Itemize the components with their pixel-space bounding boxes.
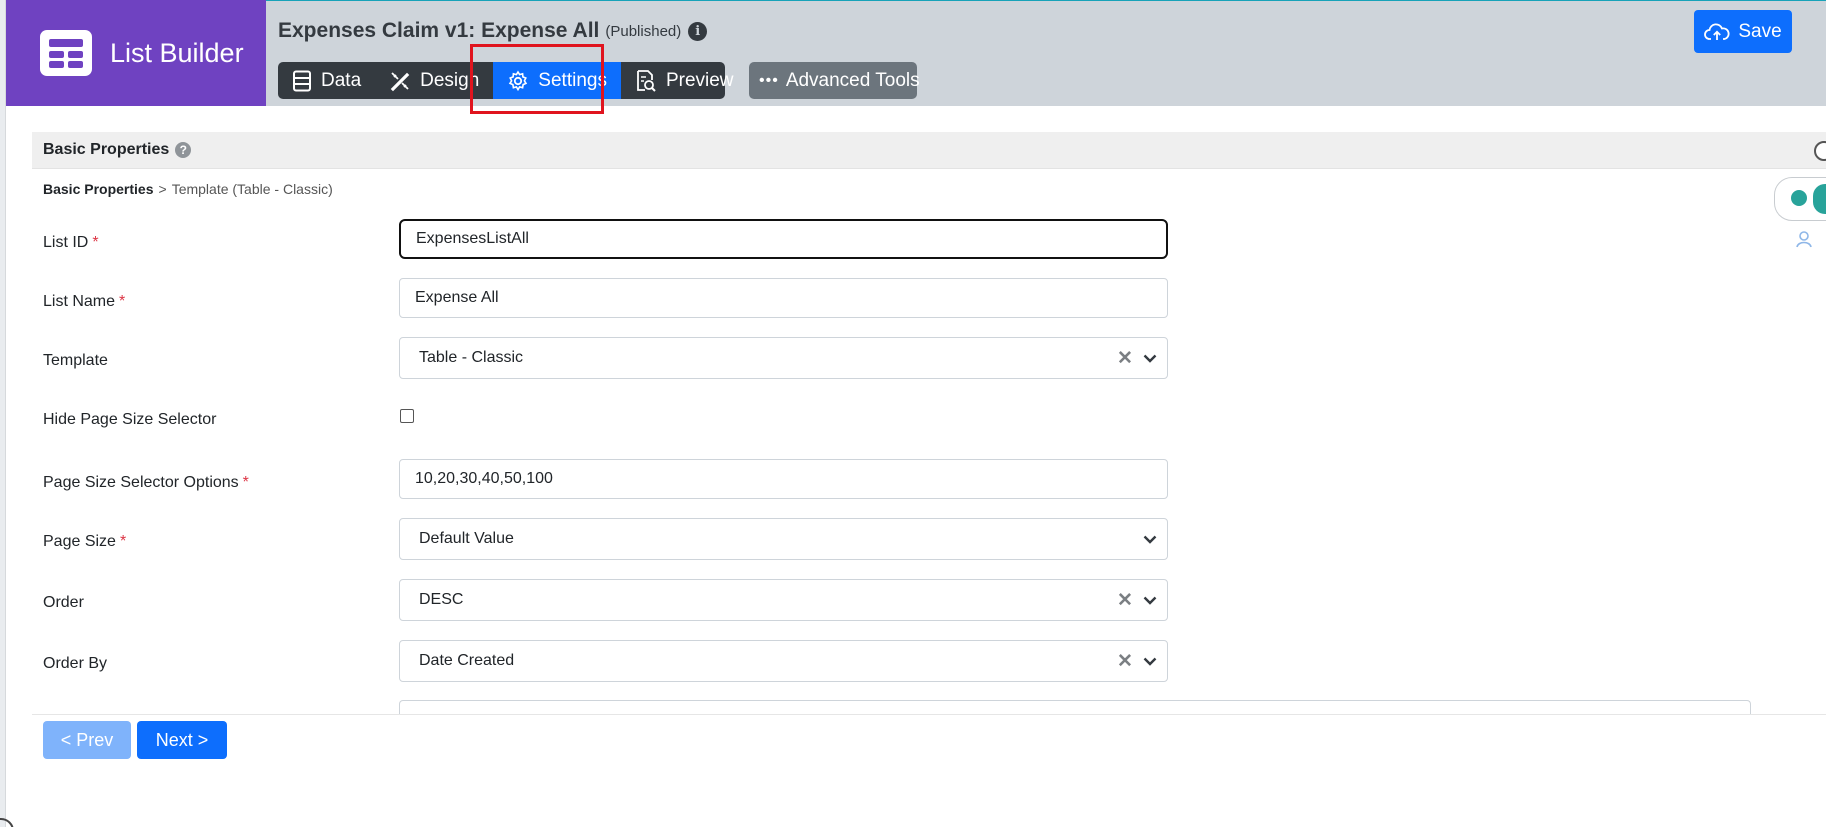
next-button[interactable]: Next > <box>137 721 227 759</box>
assistant-widget[interactable] <box>1774 177 1826 221</box>
page-size-options-input[interactable]: 10,20,30,40,50,100 <box>399 459 1168 499</box>
tab-data[interactable]: Data <box>278 62 375 99</box>
prev-button[interactable]: < Prev <box>43 721 131 759</box>
breadcrumb: Basic Properties > Template (Table - Class… <box>43 181 333 197</box>
template-select[interactable]: Table - Classic ✕ <box>399 337 1168 379</box>
breadcrumb-separator: > <box>158 181 167 197</box>
section-header: Basic Properties ? <box>32 132 1826 169</box>
page-size-options-value: 10,20,30,40,50,100 <box>415 470 553 487</box>
save-label: Save <box>1738 20 1782 42</box>
hide-page-size-checkbox[interactable] <box>400 409 414 423</box>
page-size-label: Page Size * <box>43 533 127 550</box>
published-status: (Published) <box>605 22 682 40</box>
brand-header: List Builder <box>6 0 266 106</box>
tab-design[interactable]: Design <box>375 62 493 99</box>
tab-design-label: Design <box>420 69 480 91</box>
order-value: DESC <box>419 591 464 608</box>
app-title: List Builder <box>110 37 244 68</box>
breadcrumb-current[interactable]: Basic Properties <box>43 181 154 197</box>
advanced-tools-label: Advanced Tools <box>785 69 920 91</box>
list-id-input[interactable]: ExpensesListAll <box>399 219 1168 259</box>
chevron-down-icon[interactable] <box>1141 591 1159 609</box>
required-marker: * <box>92 234 99 251</box>
collapse-toggle-icon[interactable] <box>1814 141 1826 161</box>
top-toolbar: Expenses Claim v1: Expense All (Publishe… <box>266 0 1826 106</box>
clear-template-icon[interactable]: ✕ <box>1117 347 1133 370</box>
tab-preview[interactable]: Preview <box>621 62 748 99</box>
chevron-down-icon[interactable] <box>1141 349 1159 367</box>
lightbulb-icon <box>1791 190 1807 206</box>
page-size-options-label: Page Size Selector Options * <box>43 474 249 491</box>
builder-tabs: Data Design Settings Preview <box>278 62 734 99</box>
footer-divider <box>32 714 1826 715</box>
grid-logo-icon <box>40 30 92 76</box>
save-button[interactable]: Save <box>1694 10 1792 53</box>
page-size-value: Default Value <box>419 530 514 547</box>
required-marker: * <box>119 293 126 310</box>
more-dots-icon: ••• <box>759 71 779 89</box>
table-icon <box>293 70 311 91</box>
person-icon[interactable] <box>1795 230 1813 248</box>
list-id-value: ExpensesListAll <box>416 230 529 247</box>
chevron-down-icon[interactable] <box>1141 652 1159 670</box>
breadcrumb-next[interactable]: Template (Table - Classic) <box>172 181 333 197</box>
required-marker: * <box>242 474 249 491</box>
tab-data-label: Data <box>321 69 362 91</box>
order-select[interactable]: DESC ✕ <box>399 579 1168 621</box>
list-name-input[interactable]: Expense All <box>399 278 1168 318</box>
order-by-value: Date Created <box>419 652 515 669</box>
order-by-select[interactable]: Date Created ✕ <box>399 640 1168 682</box>
next-field-partial[interactable] <box>399 700 1751 714</box>
window-edge-strip <box>0 0 6 827</box>
page-heading: Expenses Claim v1: Expense All (Publishe… <box>278 19 708 43</box>
section-title: Basic Properties <box>43 141 170 158</box>
clear-order-by-icon[interactable]: ✕ <box>1117 650 1133 673</box>
order-label: Order <box>43 594 84 611</box>
cloud-upload-icon <box>1704 22 1730 40</box>
list-name-label: List Name * <box>43 293 126 310</box>
document-search-icon <box>637 69 656 92</box>
template-value: Table - Classic <box>419 349 524 366</box>
required-marker: * <box>119 533 127 550</box>
tab-settings[interactable]: Settings <box>493 62 621 99</box>
clear-order-icon[interactable]: ✕ <box>1117 589 1133 612</box>
design-tools-icon <box>390 71 410 91</box>
page-title: Expenses Claim v1: Expense All <box>278 19 600 42</box>
tab-preview-label: Preview <box>665 69 734 91</box>
order-by-label: Order By <box>43 655 108 672</box>
chevron-down-icon[interactable] <box>1141 530 1159 548</box>
page-size-select[interactable]: Default Value <box>399 518 1168 560</box>
help-icon[interactable]: ? <box>175 142 192 158</box>
gear-icon <box>509 69 528 91</box>
corner-widget-icon[interactable] <box>0 818 14 827</box>
chat-bubble-icon <box>1813 184 1826 214</box>
advanced-tools-button[interactable]: ••• Advanced Tools <box>749 62 920 99</box>
info-icon[interactable]: i <box>688 21 708 41</box>
hide-page-size-label: Hide Page Size Selector <box>43 411 217 428</box>
list-id-label: List ID * <box>43 234 99 251</box>
list-name-value: Expense All <box>415 289 499 306</box>
template-label: Template <box>43 352 108 369</box>
tab-settings-label: Settings <box>538 69 607 91</box>
